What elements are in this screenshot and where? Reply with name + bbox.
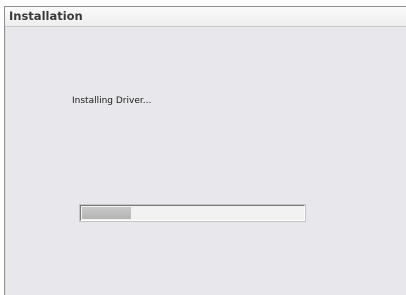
title-bar[interactable]: Installation <box>5 7 406 27</box>
window-title: Installation <box>9 9 83 23</box>
status-text: Installing Driver... <box>72 96 152 106</box>
progress-fill <box>82 207 132 219</box>
installation-window: Installation Installing Driver... <box>4 6 406 295</box>
progress-bar <box>80 205 305 221</box>
installer-content: Installing Driver... <box>5 27 406 295</box>
